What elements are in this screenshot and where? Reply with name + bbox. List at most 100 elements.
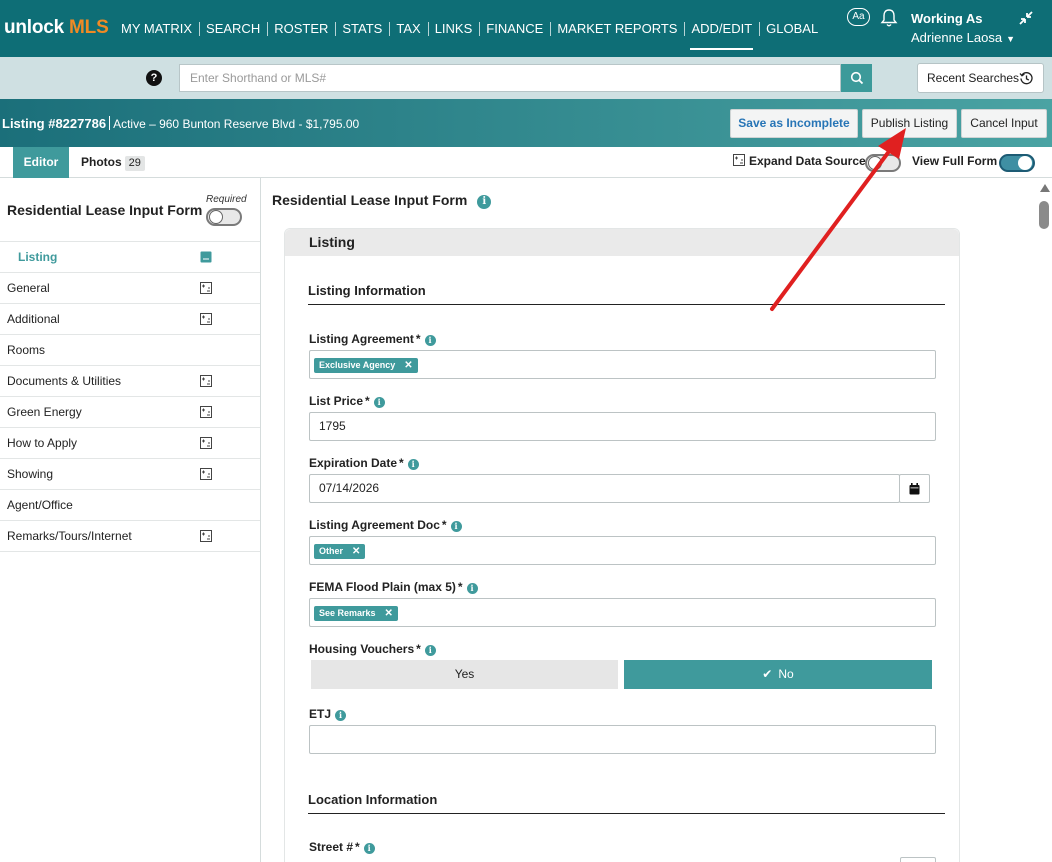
info-icon[interactable]: i: [407, 459, 419, 470]
required-star: *: [365, 394, 370, 408]
scroll-up-arrow-icon[interactable]: [1040, 184, 1050, 192]
nav-stats[interactable]: STATS: [335, 15, 389, 43]
section-general[interactable]: General: [0, 273, 260, 304]
listing-status-line: Active – 960 Bunton Reserve Blvd - $1,79…: [113, 117, 360, 131]
field-label-expiration-date: Expiration Date * i: [309, 456, 419, 470]
section-label: Listing: [18, 250, 58, 264]
listing-card: Listing Listing Information Listing Agre…: [284, 228, 960, 862]
nav-links[interactable]: LINKS: [427, 15, 480, 43]
listing-title: Listing #8227786 Active – 960 Bunton Rese…: [2, 116, 359, 131]
label-text: Expiration Date: [309, 456, 398, 470]
calendar-button[interactable]: [899, 474, 930, 503]
photos-count-badge: 29: [124, 156, 145, 171]
required-star: *: [355, 840, 360, 854]
section-agent-office[interactable]: Agent/Office: [0, 490, 260, 521]
listing-agreement-doc-field[interactable]: Other ✕: [309, 536, 936, 565]
housing-vouchers-yes-button[interactable]: Yes: [311, 660, 618, 689]
expand-data-source: Expand Data Source: [733, 154, 866, 168]
info-icon[interactable]: i: [424, 335, 436, 346]
chip-see-remarks: See Remarks ✕: [314, 606, 398, 621]
recent-searches-button[interactable]: Recent Searches: [917, 63, 1044, 93]
info-icon[interactable]: i: [335, 710, 347, 721]
agent-name: Adrienne Laosa: [911, 30, 1003, 45]
tab-editor[interactable]: Editor: [13, 147, 69, 185]
expand-data-source-toggle[interactable]: [865, 154, 901, 172]
view-full-form-label: View Full Form: [912, 154, 998, 168]
nav-global[interactable]: GLOBAL: [759, 15, 825, 43]
editor-tabs: Editor Photos 29 Expand Data Source View …: [0, 147, 1052, 185]
check-icon: ✔: [762, 667, 773, 681]
required-star: *: [416, 642, 421, 656]
section-green-energy[interactable]: Green Energy: [0, 397, 260, 428]
fema-flood-plain-field[interactable]: See Remarks ✕: [309, 598, 936, 627]
info-icon[interactable]: i: [466, 583, 478, 594]
section-showing[interactable]: Showing: [0, 459, 260, 490]
remove-chip-icon[interactable]: ✕: [404, 360, 412, 371]
required-toggle[interactable]: [206, 208, 242, 226]
logo[interactable]: unlock MLS: [4, 17, 109, 39]
section-additional[interactable]: Additional: [0, 304, 260, 335]
view-full-form-toggle[interactable]: [999, 154, 1035, 172]
etj-input[interactable]: [309, 725, 936, 754]
data-source-icon: [733, 154, 745, 166]
search-input[interactable]: [179, 64, 841, 92]
remove-chip-icon[interactable]: ✕: [352, 546, 360, 557]
info-icon[interactable]: i: [477, 195, 492, 209]
label-text: Housing Vouchers: [309, 642, 415, 656]
publish-listing-button[interactable]: Publish Listing: [862, 109, 957, 138]
info-icon[interactable]: i: [424, 645, 436, 656]
search-button[interactable]: [841, 64, 872, 92]
logo-text-mls: MLS: [69, 17, 109, 38]
scroll-thumb[interactable]: [1039, 201, 1049, 229]
vertical-scrollbar[interactable]: [1036, 178, 1052, 862]
section-filled-icon: [200, 251, 212, 263]
section-documents-utilities[interactable]: Documents & Utilities: [0, 366, 260, 397]
section-label: Showing: [7, 467, 54, 481]
save-as-incomplete-button[interactable]: Save as Incomplete: [730, 109, 858, 138]
list-price-input[interactable]: 1795: [309, 412, 936, 441]
card-title: Listing: [285, 229, 959, 256]
chip-other: Other ✕: [314, 544, 366, 559]
section-listing[interactable]: Listing: [0, 242, 260, 273]
street-number-addon[interactable]: [900, 857, 936, 862]
remove-chip-icon[interactable]: ✕: [385, 608, 393, 619]
calendar-icon: [909, 483, 920, 495]
nav-roster[interactable]: ROSTER: [267, 15, 335, 43]
search-icon: [850, 71, 863, 85]
divider: [109, 116, 111, 130]
tab-photos[interactable]: Photos 29: [81, 147, 145, 178]
data-source-icon: [200, 406, 212, 418]
nav-add-edit[interactable]: ADD/EDIT: [684, 15, 759, 50]
section-rooms[interactable]: Rooms: [0, 335, 260, 366]
section-how-to-apply[interactable]: How to Apply: [0, 428, 260, 459]
agent-switcher[interactable]: Adrienne Laosa ▼: [911, 30, 1015, 45]
help-icon[interactable]: ?: [146, 70, 162, 86]
label-text: Listing Agreement: [309, 332, 414, 346]
nav-finance[interactable]: FINANCE: [479, 15, 550, 43]
page-title: Residential Lease Input Form i: [272, 192, 492, 209]
nav-market-reports[interactable]: MARKET REPORTS: [550, 15, 684, 43]
info-icon[interactable]: i: [363, 843, 375, 854]
section-label: Remarks/Tours/Internet: [7, 529, 132, 543]
caret-down-icon: ▼: [1006, 34, 1015, 44]
nav-search[interactable]: SEARCH: [199, 15, 267, 43]
info-icon[interactable]: i: [373, 397, 385, 408]
bell-icon[interactable]: [880, 8, 898, 28]
data-source-icon: [200, 282, 212, 294]
expiration-date-input[interactable]: 07/14/2026: [309, 474, 900, 503]
toggle-knob: [1018, 156, 1032, 170]
info-icon[interactable]: i: [450, 521, 462, 532]
listing-agreement-field[interactable]: Exclusive Agency ✕: [309, 350, 936, 379]
cancel-input-button[interactable]: Cancel Input: [961, 109, 1047, 138]
compress-icon[interactable]: [1018, 10, 1034, 26]
nav-tax[interactable]: TAX: [389, 15, 427, 43]
housing-vouchers-no-button[interactable]: ✔ No: [624, 660, 932, 689]
chip-exclusive-agency: Exclusive Agency ✕: [314, 358, 418, 373]
section-remarks-tours-internet[interactable]: Remarks/Tours/Internet: [0, 521, 260, 552]
nav-my-matrix[interactable]: MY MATRIX: [114, 15, 199, 43]
expand-data-source-label: Expand Data Source: [749, 154, 866, 168]
font-size-button[interactable]: Aa: [847, 8, 870, 26]
section-nav: Residential Lease Input Form Required Li…: [0, 178, 261, 862]
required-star: *: [457, 580, 463, 594]
required-star: *: [441, 518, 447, 532]
